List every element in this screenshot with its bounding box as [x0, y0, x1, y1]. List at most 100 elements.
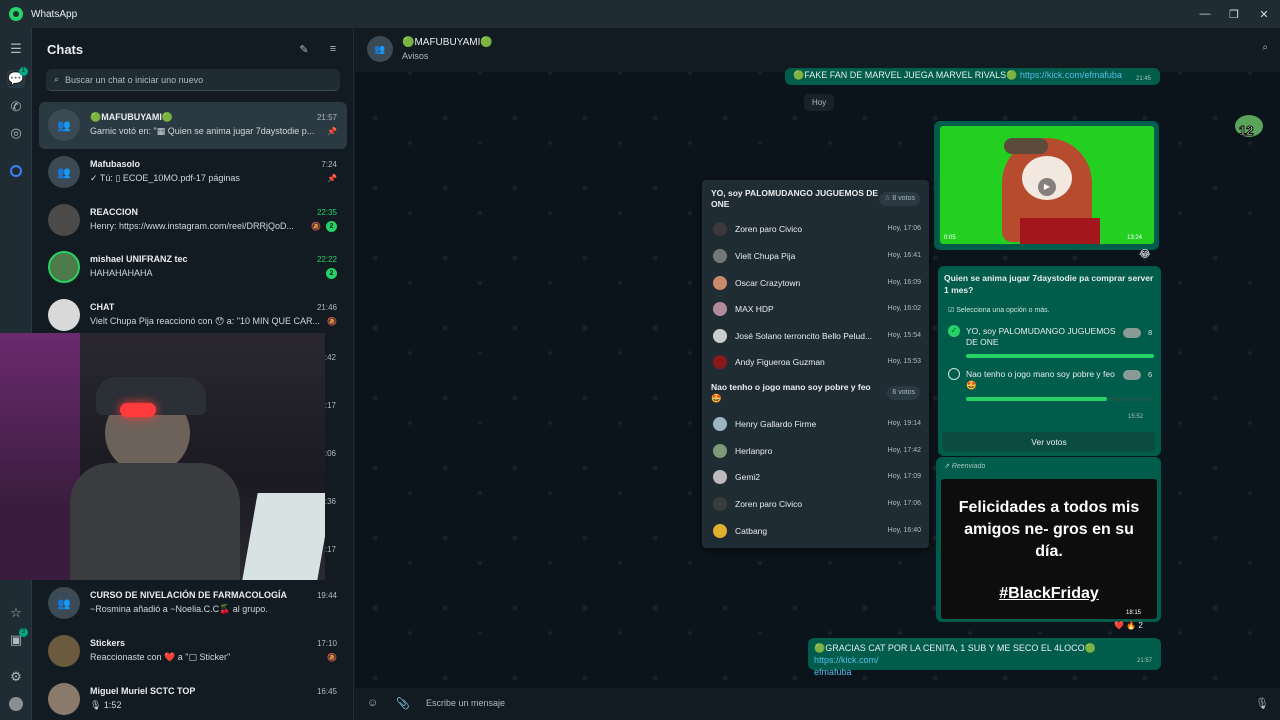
- reactions[interactable]: ❤️ 🔥 2: [1114, 621, 1143, 630]
- profile-avatar[interactable]: [7, 695, 25, 713]
- chat-preview: ~Rosmina añadió a ~Noelia.C.C🍒 al grupo.: [90, 604, 268, 614]
- voter-row[interactable]: Vielt Chupa Pija Hoy, 16:41: [711, 246, 921, 266]
- chat-name: CURSO DE NIVELACIÓN DE FARMACOLOGÍA: [90, 590, 288, 600]
- minimize-button[interactable]: —: [1190, 0, 1220, 28]
- message-link[interactable]: efmafuba: [814, 667, 852, 677]
- voter-row[interactable]: José Solano terroncito Bello Pelud... Hoy…: [711, 326, 921, 346]
- chat-item[interactable]: 👥 CURSO DE NIVELACIÓN DE FARMACOLOGÍA ~R…: [39, 580, 347, 627]
- chat-name: Miguel Muriel SCTC TOP: [90, 686, 196, 696]
- chat-item[interactable]: Stickers Reaccionaste con ❤️ a "▢ Sticke…: [39, 628, 347, 675]
- search-placeholder: Buscar un chat o iniciar uno nuevo: [65, 74, 204, 85]
- voter-row[interactable]: Catbang Hoy, 16:40: [711, 521, 921, 541]
- calls-icon[interactable]: ✆: [7, 98, 25, 116]
- chat-preview: Henry: https://www.instagram.com/reel/DR…: [90, 221, 295, 231]
- voter-name: Catbang: [735, 526, 768, 536]
- new-chat-icon[interactable]: ✎: [296, 41, 312, 57]
- voters-avatars: [1123, 370, 1141, 380]
- video-thumbnail[interactable]: ▶ 0:05 13:24: [940, 126, 1154, 244]
- voter-row[interactable]: Andy Figueroa Guzman Hoy, 15:53: [711, 352, 921, 372]
- emoji-icon[interactable]: ☺: [367, 697, 378, 709]
- voter-row[interactable]: Zoren paro Civico Hoy, 17:06: [711, 494, 921, 514]
- message-time: 13:24: [1126, 235, 1142, 241]
- unread-badge: 2: [326, 268, 337, 279]
- poll-check-icon[interactable]: ✓: [948, 325, 960, 337]
- avatar: [713, 497, 727, 511]
- chat-time: 17:10: [316, 639, 337, 648]
- voter-row[interactable]: Zoren paro Civico Hoy, 17:06: [711, 219, 921, 239]
- sticker[interactable]: 12: [1233, 113, 1267, 143]
- search-icon[interactable]: ⌕: [1262, 42, 1268, 53]
- chat-item[interactable]: CHAT Vielt Chupa Pija reaccionó con 😯 a:…: [39, 292, 347, 339]
- forwarded-message[interactable]: ⇗ Reenviado Felicidades a todos mis amig…: [936, 457, 1161, 622]
- chat-item[interactable]: mishael UNIFRANZ tec HAHAHAHAHA 22:22 2: [39, 244, 347, 291]
- voter-name: MAX HDP: [735, 304, 774, 314]
- chat-time: 21:46: [316, 303, 337, 312]
- close-button[interactable]: ✕: [1249, 0, 1279, 28]
- voter-row[interactable]: Herlanpro Hoy, 17:42: [711, 441, 921, 461]
- message-text: 🟢FAKE FAN DE MARVEL JUEGA MARVEL RIVALS🟢: [793, 70, 1018, 80]
- poll-option-title: Nao tenho o jogo mano soy pobre y feo 🤩: [711, 382, 871, 403]
- starred-icon[interactable]: ☆: [7, 604, 25, 622]
- maximize-button[interactable]: ❐: [1219, 0, 1249, 28]
- chat-header[interactable]: 👥 🟢MAFUBUYAMI🟢 Avisos ⌕: [355, 28, 1280, 72]
- play-icon[interactable]: ▶: [1038, 178, 1056, 196]
- poll-voters-panel: YO, soy PALOMUDANGO JUGUEMOS DE ONE ☆ 8 …: [702, 180, 929, 548]
- attach-icon[interactable]: 📎: [396, 697, 410, 710]
- pin-icon: 📌: [327, 127, 337, 136]
- avatar: [713, 355, 727, 369]
- status-icon[interactable]: ◎: [7, 124, 25, 142]
- voter-row[interactable]: Oscar Crazytown Hoy, 16:09: [711, 273, 921, 293]
- avatar: [713, 222, 727, 236]
- muted-icon: 🔕: [311, 222, 321, 231]
- meta-ai-icon[interactable]: [7, 162, 25, 180]
- message-link[interactable]: https://kick.com/: [814, 655, 879, 665]
- voter-name: Oscar Crazytown: [735, 278, 801, 288]
- chat-preview: 🎙 1:52: [90, 700, 122, 710]
- message-bubble[interactable]: 🟢FAKE FAN DE MARVEL JUEGA MARVEL RIVALS🟢…: [785, 68, 1160, 85]
- message-link[interactable]: https://kick.com/efmafuba: [1020, 70, 1122, 80]
- chat-time: 21:57: [316, 113, 337, 122]
- chat-time: 16:45: [316, 687, 337, 696]
- poll-message[interactable]: Quien se anima jugar 7daystodie pa compr…: [938, 266, 1161, 456]
- chat-item[interactable]: 👥 Mafubasolo ✓ Tú: ▯ ECOE_10MO.pdf-17 pá…: [39, 149, 347, 196]
- settings-icon[interactable]: ⚙: [7, 668, 25, 686]
- avatar: [713, 249, 727, 263]
- group-avatar: 👥: [367, 36, 393, 62]
- poll-option-track: [966, 397, 1154, 401]
- filter-icon[interactable]: ≡: [325, 41, 341, 57]
- vote-time: Hoy, 17:06: [887, 500, 921, 507]
- reaction-emoji[interactable]: 😂: [1139, 249, 1151, 260]
- video-message[interactable]: ▶ 0:05 13:24: [934, 121, 1159, 250]
- vote-time: Hoy, 19:14: [887, 420, 921, 427]
- search-input[interactable]: ⌕ Buscar un chat o iniciar uno nuevo: [46, 69, 340, 91]
- chat-item[interactable]: Miguel Muriel SCTC TOP 🎙 1:52 16:45: [39, 676, 347, 720]
- voter-name: Zoren paro Civico: [735, 499, 803, 509]
- chat-item[interactable]: 👥 🟢MAFUBUYAMI🟢 Garnic votó en: "▦ Quien …: [39, 102, 347, 149]
- voter-name: José Solano terroncito Bello Pelud...: [735, 331, 873, 341]
- archived-badge: 3: [19, 628, 28, 637]
- avatar: [48, 204, 80, 236]
- vote-time: Hoy, 16:09: [887, 279, 921, 286]
- voter-row[interactable]: MAX HDP Hoy, 16:02: [711, 299, 921, 319]
- voter-row[interactable]: Gemi2 Hoy, 17:09: [711, 467, 921, 487]
- message-input[interactable]: Escribe un mensaje: [426, 698, 505, 708]
- microphone-icon[interactable]: 🎙: [1255, 697, 1269, 710]
- voter-name: Zoren paro Civico: [735, 224, 803, 234]
- forwarded-image[interactable]: Felicidades a todos mis amigos ne- gros …: [941, 479, 1157, 619]
- archived-icon[interactable]: ▣ 3: [7, 628, 28, 649]
- chat-item[interactable]: REACCION Henry: https://www.instagram.co…: [39, 197, 347, 244]
- message-time: 21:57: [1136, 658, 1152, 664]
- whatsapp-logo-icon: [9, 7, 23, 21]
- composer-bar: ☺ 📎 Escribe un mensaje 🎙: [355, 688, 1280, 720]
- chat-time: 7:24: [321, 160, 337, 169]
- group-avatar: 👥: [48, 156, 80, 188]
- poll-option-count: 6: [1148, 370, 1153, 379]
- message-bubble[interactable]: 🟢GRACIAS CAT POR LA CENITA, 1 SUB Y ME S…: [808, 638, 1161, 677]
- voter-row[interactable]: Henry Gallardo Firme Hoy, 19:14: [711, 414, 921, 434]
- chats-icon[interactable]: 💬 1: [7, 67, 28, 88]
- voter-name: Gemi2: [735, 472, 761, 482]
- poll-option-label: Nao tenho o jogo mano soy pobre y feo 🤩: [966, 369, 1115, 390]
- poll-radio-icon[interactable]: [948, 368, 960, 380]
- view-votes-button[interactable]: Ver votos: [943, 432, 1155, 452]
- menu-icon[interactable]: ☰: [7, 40, 25, 58]
